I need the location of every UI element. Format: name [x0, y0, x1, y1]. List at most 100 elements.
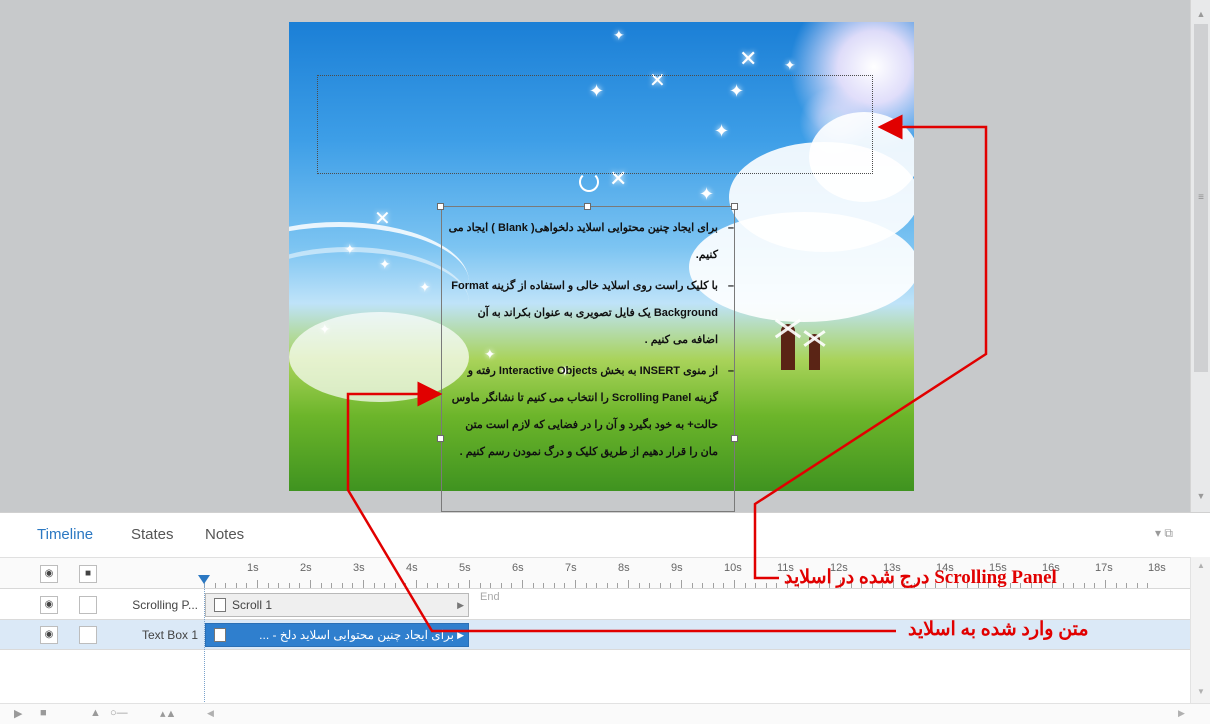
ruler-tick	[702, 583, 704, 588]
ruler-tick	[469, 580, 470, 588]
ruler-tick	[1136, 583, 1138, 588]
ruler-tick	[246, 583, 248, 588]
ruler-tick	[225, 583, 227, 588]
annotation-scrolling-panel: Scrolling Panel درج شده در اسلاید	[784, 567, 1057, 588]
ruler-tick	[373, 583, 375, 588]
ruler-tick	[755, 583, 757, 588]
stop-icon[interactable]: ■	[40, 707, 47, 719]
text-box-content[interactable]: – برای ایجاد چنین محتوایی اسلاید دلخواهی(…	[448, 215, 734, 470]
grip-icon: ≡	[1198, 192, 1204, 203]
text-paragraph: – از منوی INSERT به بخش Interactive Objec…	[448, 358, 734, 466]
ruler-tick	[511, 583, 513, 588]
lock-icon[interactable]: ■	[79, 565, 97, 583]
lock-checkbox[interactable]	[79, 596, 97, 614]
resize-handle-ml[interactable]	[437, 435, 444, 442]
tab-timeline[interactable]: Timeline	[37, 526, 93, 543]
sparkle-icon: ✕	[374, 208, 391, 230]
scroll-down-icon[interactable]: ▼	[1191, 687, 1210, 696]
expand-arrow-icon: ▶	[457, 630, 464, 640]
scrolling-panel-placeholder[interactable]	[317, 75, 873, 174]
playhead-marker[interactable]	[198, 575, 210, 584]
ruler-label: 2s	[300, 562, 312, 574]
sparkle-icon: ✦	[784, 57, 796, 73]
ruler-tick	[1083, 583, 1085, 588]
sparkle-icon: ✦	[419, 279, 431, 295]
play-icon[interactable]: ▶	[14, 707, 22, 720]
ruler-tick	[267, 583, 269, 588]
resize-handle-tm[interactable]	[584, 203, 591, 210]
zoom-slider[interactable]: ○—	[110, 707, 128, 719]
ruler-tick	[532, 583, 534, 588]
timeline-bar-scroll[interactable]: Scroll 1 ▶	[205, 593, 469, 617]
ruler-tick	[564, 583, 566, 588]
ruler-tick	[734, 580, 735, 588]
ruler-tick	[659, 583, 661, 588]
ruler-tick	[405, 583, 407, 588]
tab-notes[interactable]: Notes	[205, 526, 244, 543]
ruler-tick	[776, 583, 778, 588]
playhead-line	[204, 584, 205, 714]
ruler-tick	[585, 583, 587, 588]
scroll-up-icon[interactable]: ▲	[1191, 561, 1210, 570]
tab-states[interactable]: States	[131, 526, 174, 543]
timeline-vertical-scrollbar[interactable]: ▲ ▼	[1190, 557, 1210, 703]
eye-icon[interactable]: ◉	[40, 565, 58, 583]
scroll-thumb[interactable]: ≡	[1194, 24, 1208, 372]
panel-tab-bar: Timeline States Notes ▾ ⧉	[0, 513, 1190, 557]
ruler-label: 18s	[1148, 562, 1166, 574]
slide-stage[interactable]: ✦ ✕ ✦ ✕ ✦ ✦ ✦ ✕ ✦ ✕ ✦ ✦ ✦ ✦ ✦ ✦ – برای ا…	[0, 0, 1190, 512]
ruler-tick	[681, 580, 682, 588]
ruler-tick	[670, 583, 672, 588]
rotate-handle-icon[interactable]	[579, 172, 599, 192]
ruler-tick	[458, 583, 460, 588]
ruler-tick	[235, 583, 237, 588]
resize-handle-tl[interactable]	[437, 203, 444, 210]
app-window: ✦ ✕ ✦ ✕ ✦ ✦ ✦ ✕ ✦ ✕ ✦ ✦ ✦ ✦ ✦ ✦ – برای ا…	[0, 0, 1210, 724]
eye-icon[interactable]: ◉	[40, 626, 58, 644]
resize-handle-mr[interactable]	[731, 435, 738, 442]
timeline-row-scrolling-panel[interactable]: ◉ Scrolling P... Scroll 1 ▶	[0, 590, 1190, 620]
scroll-down-icon[interactable]: ▼	[1191, 488, 1210, 504]
panel-options-icon[interactable]: ▾ ⧉	[1155, 526, 1173, 541]
zoom-in-icon[interactable]: ▴▲	[160, 707, 176, 720]
sparkle-icon: ✦	[699, 184, 715, 204]
timeline-controls: ▶ ■ ▲ ○— ▴▲ ◀ ▶	[0, 703, 1210, 724]
ruler-tick	[596, 583, 598, 588]
ruler-label: 8s	[618, 562, 630, 574]
scroll-left-icon[interactable]: ◀	[207, 708, 214, 719]
timeline-bar-textbox[interactable]: برای ایجاد چنین محتوایی اسلاید دلخ - ...…	[205, 623, 469, 647]
ruler-tick	[394, 583, 396, 588]
ruler-tick	[712, 583, 714, 588]
ruler-label: 4s	[406, 562, 418, 574]
ruler-label: 9s	[671, 562, 683, 574]
row-name: Text Box 1	[141, 628, 198, 642]
ruler-tick	[1147, 583, 1149, 588]
ruler-tick	[691, 583, 693, 588]
sparkle-icon: ✦	[344, 241, 356, 257]
lock-checkbox[interactable]	[79, 626, 97, 644]
ruler-tick	[765, 583, 767, 588]
resize-handle-tr[interactable]	[731, 203, 738, 210]
ruler-tick	[553, 583, 555, 588]
ruler-label: 3s	[353, 562, 365, 574]
ruler-tick	[1094, 583, 1096, 588]
eye-icon[interactable]: ◉	[40, 596, 58, 614]
ruler-label: 1s	[247, 562, 259, 574]
ruler-tick	[744, 583, 746, 588]
zoom-out-icon[interactable]: ▲	[90, 707, 101, 719]
paragraph-2: با کلیک راست روی اسلاید خالی و استفاده ا…	[451, 280, 718, 346]
ruler-tick	[288, 583, 290, 588]
ruler-label: 6s	[512, 562, 524, 574]
scroll-up-icon[interactable]: ▲	[1191, 6, 1210, 22]
ruler-label: 17s	[1095, 562, 1113, 574]
ruler-tick	[214, 583, 216, 588]
stage-vertical-scrollbar[interactable]: ▲ ≡ ▼	[1190, 0, 1210, 512]
scroll-right-icon[interactable]: ▶	[1178, 708, 1185, 719]
ruler-tick	[606, 583, 608, 588]
ruler-tick	[257, 580, 258, 588]
ruler-tick	[1073, 583, 1075, 588]
ruler-tick	[320, 583, 322, 588]
annotation-text-box: متن وارد شده به اسلاید	[908, 619, 1089, 640]
ruler-tick	[331, 583, 333, 588]
text-box-1[interactable]: – برای ایجاد چنین محتوایی اسلاید دلخواهی(…	[441, 206, 735, 512]
